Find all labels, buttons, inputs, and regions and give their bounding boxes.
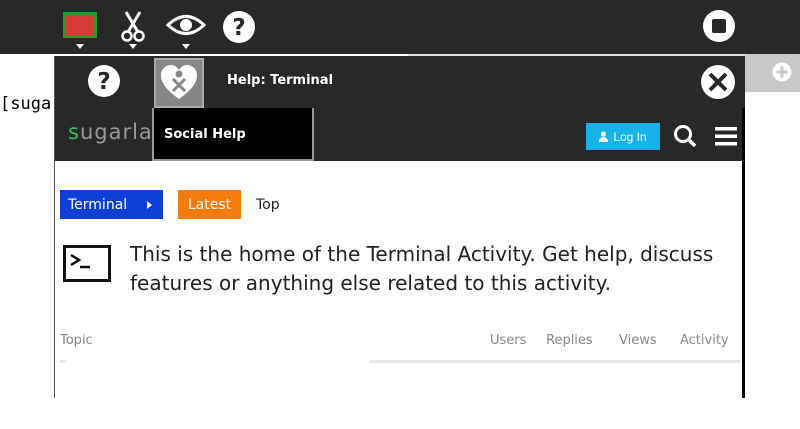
category-dropdown[interactable]: Terminal	[60, 190, 163, 219]
table-header-rule-gap	[66, 360, 369, 363]
eye-icon	[166, 15, 206, 35]
dropdown-arrow-icon	[182, 44, 190, 49]
stop-icon[interactable]	[702, 9, 736, 43]
help-window-title: Help: Terminal	[227, 73, 334, 88]
login-label: Log In	[613, 129, 647, 144]
latest-label: Latest	[187, 196, 232, 213]
add-tab-icon[interactable]	[772, 62, 792, 82]
category-description: This is the home of the Terminal Activit…	[130, 242, 714, 295]
svg-text:?: ?	[232, 15, 245, 41]
desktop: { "toolbar": { "buttons": [ {"icon": "fl…	[0, 0, 800, 429]
palette-label: Social Help	[164, 127, 246, 142]
language-button[interactable]	[59, 6, 101, 52]
help-icon: ?	[223, 11, 255, 43]
social-heart-icon	[161, 65, 197, 99]
scissors-button[interactable]	[112, 6, 154, 52]
view-button[interactable]	[165, 6, 207, 52]
column-header-topic[interactable]: Topic	[60, 333, 93, 348]
social-help-tab[interactable]	[154, 58, 204, 108]
tab-latest[interactable]: Latest	[178, 190, 241, 219]
help-toolbar-button[interactable]: ?	[218, 6, 260, 52]
tab-top[interactable]: Top	[256, 190, 280, 219]
flag-icon	[63, 12, 97, 38]
caret-right-icon	[147, 200, 153, 209]
close-icon[interactable]	[700, 64, 736, 100]
window-border	[742, 108, 745, 398]
help-icon[interactable]: ?	[87, 64, 121, 98]
social-help-palette[interactable]: Social Help	[152, 108, 314, 161]
svg-text:?: ?	[97, 69, 110, 95]
user-icon	[599, 131, 609, 142]
column-header-users[interactable]: Users	[490, 333, 526, 348]
category-label: Terminal	[68, 196, 128, 213]
column-header-views[interactable]: Views	[619, 333, 657, 348]
top-label: Top	[256, 196, 280, 213]
terminal-icon	[63, 245, 111, 282]
scissors-icon	[121, 11, 145, 42]
dropdown-arrow-icon	[129, 44, 137, 49]
background-terminal-text: [sugar	[0, 94, 62, 114]
column-header-replies[interactable]: Replies	[546, 333, 593, 348]
dropdown-arrow-icon	[76, 44, 84, 49]
search-icon[interactable]	[673, 124, 697, 148]
column-header-activity[interactable]: Activity	[680, 333, 729, 348]
hamburger-menu-icon[interactable]	[714, 125, 738, 147]
login-button[interactable]: Log In	[586, 123, 660, 150]
